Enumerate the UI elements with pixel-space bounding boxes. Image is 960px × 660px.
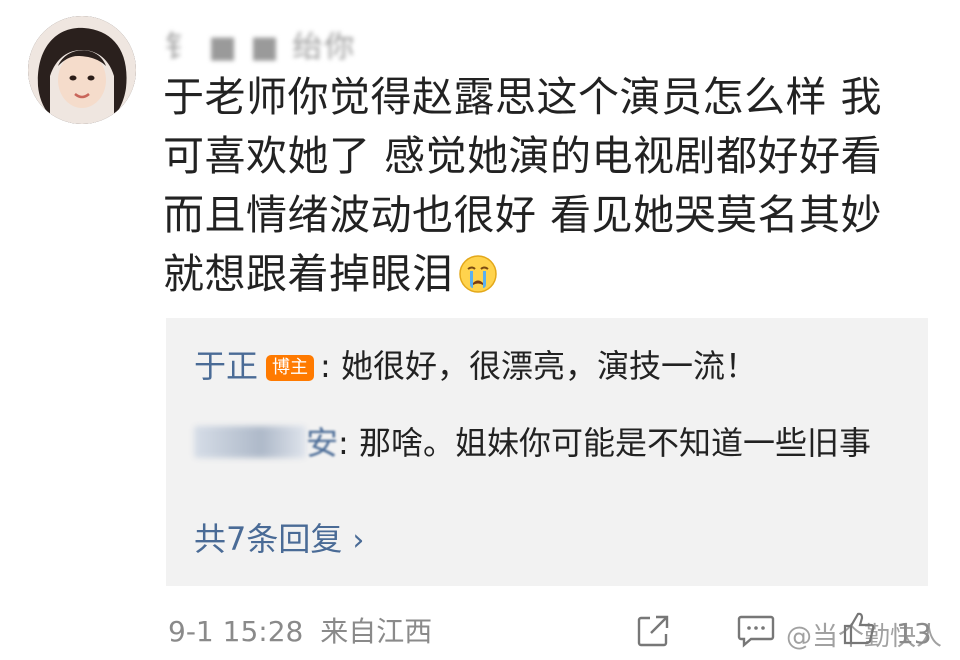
comment-text-block: 于老师你觉得赵露思这个演员怎么样 我可喜欢她了 感觉她演的电视剧都好好看 而且情… xyxy=(163,68,923,304)
reply-author-name[interactable]: 于正 xyxy=(194,347,258,385)
user-avatar[interactable] xyxy=(28,16,136,124)
source-location: 来自江西 xyxy=(320,615,433,648)
chevron-right-icon: › xyxy=(352,523,365,558)
view-all-replies-link[interactable]: 共7条回复 › xyxy=(194,514,364,566)
weibo-comment: 钅 ■ ■ 绐你 于老师你觉得赵露思这个演员怎么样 我可喜欢她了 感觉她演的电视… xyxy=(0,0,960,660)
reply-text: 她很好，很漂亮，演技一流！ xyxy=(340,347,757,385)
more-replies-label: 共7条回复 xyxy=(194,520,343,558)
reply-separator: : xyxy=(338,424,349,462)
crying-face-icon xyxy=(458,254,498,294)
comment-text: 于老师你觉得赵露思这个演员怎么样 我可喜欢她了 感觉她演的电视剧都好好看 而且情… xyxy=(163,73,883,298)
like-count: 13 xyxy=(896,617,932,650)
reply-item[interactable]: 安: 那啥。姐妹你可能是不知道一些旧事 xyxy=(194,414,894,472)
reply-author-name-tail[interactable]: 安 xyxy=(306,424,338,462)
reply-text: 那啥。姐妹你可能是不知道一些旧事 xyxy=(358,424,871,462)
comment-icon[interactable] xyxy=(737,614,775,648)
replies-box: 于正 博主: 她很好，很漂亮，演技一流！ 安: 那啥。姐妹你可能是不知道一些旧事 … xyxy=(166,318,928,586)
reply-separator: : xyxy=(320,347,331,385)
timestamp: 9-1 15:28 xyxy=(168,615,304,648)
share-icon[interactable] xyxy=(636,614,670,648)
comment-meta: 9-1 15:28 来自江西 xyxy=(168,612,432,652)
reply-item[interactable]: 于正 博主: 她很好，很漂亮，演技一流！ xyxy=(194,340,757,392)
author-badge: 博主 xyxy=(266,355,315,381)
blurred-reply-author[interactable] xyxy=(194,426,306,458)
like-icon[interactable] xyxy=(842,610,876,646)
comment-username[interactable]: 钅 ■ ■ 绐你 xyxy=(165,22,356,66)
